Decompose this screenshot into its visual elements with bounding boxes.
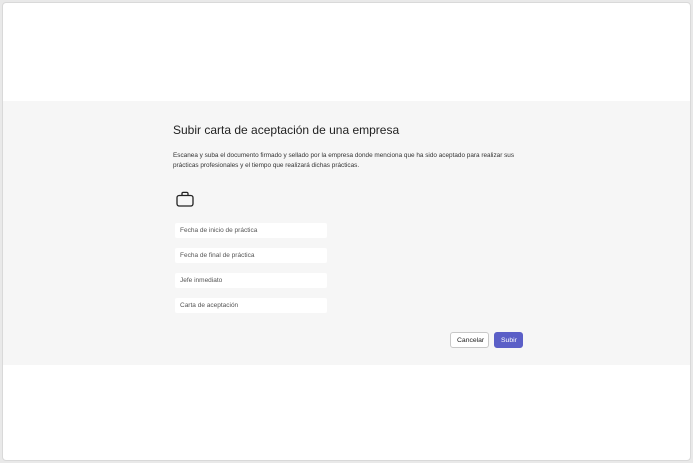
cancel-button[interactable]: Cancelar (450, 332, 489, 348)
app-window: Subir carta de aceptación de una empresa… (2, 2, 691, 461)
end-date-field[interactable]: Fecha de final de práctica (175, 248, 327, 263)
dialog-title: Subir carta de aceptación de una empresa (173, 123, 400, 137)
submit-button[interactable]: Subir (494, 332, 523, 348)
briefcase-icon (176, 191, 194, 207)
acceptance-letter-field[interactable]: Carta de aceptación (175, 298, 327, 313)
dialog-description: Escanea y suba el documento firmado y se… (173, 152, 515, 169)
supervisor-field[interactable]: Jefe inmediato (175, 273, 327, 288)
upload-acceptance-letter-dialog: Subir carta de aceptación de una empresa… (173, 101, 525, 365)
dialog-overlay: Subir carta de aceptación de una empresa… (3, 101, 690, 365)
start-date-field[interactable]: Fecha de inicio de práctica (175, 223, 327, 238)
